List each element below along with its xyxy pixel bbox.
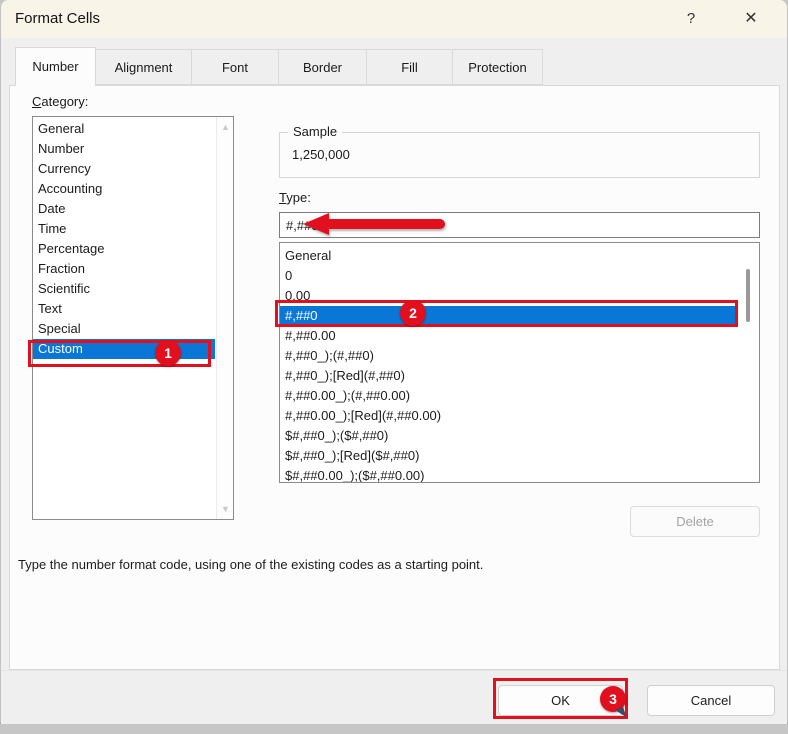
- type-input[interactable]: [279, 212, 760, 238]
- tab-number[interactable]: Number: [15, 47, 96, 86]
- sample-group: Sample 1,250,000: [279, 132, 760, 178]
- number-tab-page: Category: General Number Currency Accoun…: [9, 85, 780, 670]
- category-label: Category:: [32, 94, 88, 109]
- category-listbox[interactable]: General Number Currency Accounting Date …: [32, 116, 234, 520]
- screen: Format Cells ? ✕ Number Alignment Font B…: [0, 0, 788, 734]
- category-item-currency[interactable]: Currency: [33, 159, 215, 179]
- scroll-down-icon[interactable]: ▼: [217, 501, 234, 517]
- category-item-special[interactable]: Special: [33, 319, 215, 339]
- sample-label: Sample: [288, 124, 342, 139]
- category-item-general[interactable]: General: [33, 119, 215, 139]
- category-item-date[interactable]: Date: [33, 199, 215, 219]
- type-item-paren-decimal-red[interactable]: #,##0.00_);[Red](#,##0.00): [280, 406, 737, 426]
- type-item-0[interactable]: 0: [280, 266, 737, 286]
- help-icon[interactable]: ?: [676, 0, 706, 38]
- delete-button[interactable]: Delete: [630, 506, 760, 537]
- category-item-text[interactable]: Text: [33, 299, 215, 319]
- format-code-help-text: Type the number format code, using one o…: [18, 557, 758, 572]
- sample-value: 1,250,000: [292, 147, 350, 162]
- format-cells-dialog: Format Cells ? ✕ Number Alignment Font B…: [0, 0, 788, 724]
- type-item-thousands[interactable]: #,##0: [280, 306, 737, 326]
- category-item-custom[interactable]: Custom: [33, 339, 215, 359]
- category-item-number[interactable]: Number: [33, 139, 215, 159]
- type-item-thousands-decimal[interactable]: #,##0.00: [280, 326, 737, 346]
- type-item-paren[interactable]: #,##0_);(#,##0): [280, 346, 737, 366]
- category-items: General Number Currency Accounting Date …: [33, 119, 215, 359]
- ok-button[interactable]: OK: [498, 685, 623, 716]
- tab-protection[interactable]: Protection: [453, 49, 543, 85]
- type-item-currency-paren[interactable]: $#,##0_);($#,##0): [280, 426, 737, 446]
- type-item-currency-decimal[interactable]: $#,##0.00_);($#,##0.00): [280, 466, 737, 483]
- category-item-fraction[interactable]: Fraction: [33, 259, 215, 279]
- type-item-paren-decimal[interactable]: #,##0.00_);(#,##0.00): [280, 386, 737, 406]
- tab-font[interactable]: Font: [192, 49, 279, 85]
- title-bar: Format Cells ? ✕: [1, 0, 787, 38]
- tab-alignment[interactable]: Alignment: [96, 49, 192, 85]
- type-item-paren-red[interactable]: #,##0_);[Red](#,##0): [280, 366, 737, 386]
- type-item-0-00[interactable]: 0.00: [280, 286, 737, 306]
- type-label: Type:: [279, 190, 311, 205]
- type-item-currency-paren-red[interactable]: $#,##0_);[Red]($#,##0): [280, 446, 737, 466]
- type-item-general[interactable]: General: [280, 246, 737, 266]
- scroll-up-icon[interactable]: ▲: [217, 119, 234, 135]
- type-listbox[interactable]: General 0 0.00 #,##0 #,##0.00 #,##0_);(#…: [279, 242, 760, 483]
- category-item-scientific[interactable]: Scientific: [33, 279, 215, 299]
- type-scrollbar-thumb[interactable]: [746, 269, 750, 322]
- dialog-footer: OK Cancel: [1, 670, 787, 724]
- dialog-title: Format Cells: [15, 0, 100, 38]
- category-item-accounting[interactable]: Accounting: [33, 179, 215, 199]
- close-icon[interactable]: ✕: [736, 0, 766, 38]
- category-item-percentage[interactable]: Percentage: [33, 239, 215, 259]
- category-scrollbar[interactable]: ▲ ▼: [216, 117, 233, 519]
- tab-border[interactable]: Border: [279, 49, 367, 85]
- tab-fill[interactable]: Fill: [367, 49, 453, 85]
- type-items: General 0 0.00 #,##0 #,##0.00 #,##0_);(#…: [280, 246, 737, 483]
- cancel-button[interactable]: Cancel: [647, 685, 775, 716]
- category-item-time[interactable]: Time: [33, 219, 215, 239]
- tab-strip: Number Alignment Font Border Fill Protec…: [15, 49, 543, 86]
